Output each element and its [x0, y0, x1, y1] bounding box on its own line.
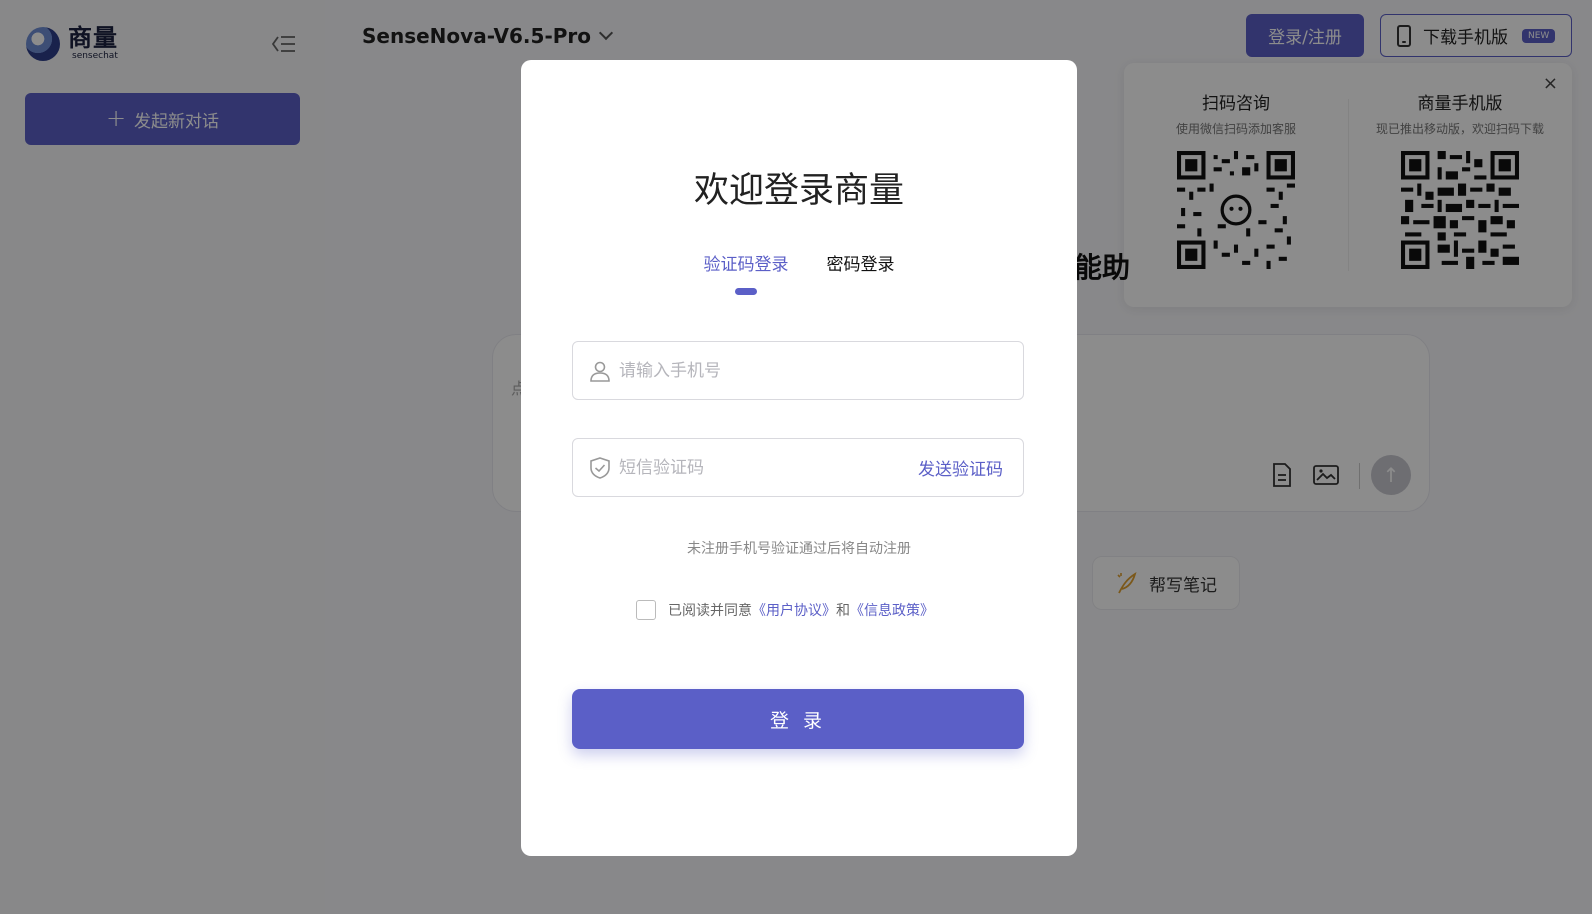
login-title: 欢迎登录商量 [693, 171, 904, 211]
user-agreement-link[interactable]: 《用户协议》 [752, 600, 836, 620]
active-tab-indicator [735, 288, 757, 295]
agree-and: 和 [836, 603, 850, 619]
login-tabs: 验证码登录 密码登录 [521, 250, 1077, 295]
send-code-button[interactable]: 发送验证码 [918, 455, 1003, 480]
tab-sms-login-label: 验证码登录 [703, 255, 789, 275]
login-modal: 欢迎登录商量 验证码登录 密码登录 发送验证码 未注册手机号验证通过后将自动注册… [521, 60, 1077, 856]
tab-password-login[interactable]: 密码登录 [827, 250, 895, 275]
phone-input[interactable] [619, 360, 1023, 381]
tab-password-login-label: 密码登录 [826, 255, 895, 275]
shield-check-icon [590, 456, 610, 479]
tab-sms-login[interactable]: 验证码登录 [703, 250, 789, 295]
agreement-row: 已阅读并同意 《用户协议》 和 《信息政策》 [636, 600, 934, 620]
sms-code-field[interactable]: 发送验证码 [572, 438, 1024, 497]
agreement-checkbox[interactable] [636, 600, 656, 620]
phone-field[interactable] [572, 341, 1024, 400]
auto-register-hint: 未注册手机号验证通过后将自动注册 [687, 541, 911, 557]
privacy-policy-link[interactable]: 《信息政策》 [850, 600, 934, 620]
sms-code-input[interactable] [619, 457, 918, 478]
agree-prefix: 已阅读并同意 [668, 603, 752, 619]
user-icon [590, 361, 610, 382]
login-submit-button[interactable]: 登 录 [572, 689, 1024, 749]
